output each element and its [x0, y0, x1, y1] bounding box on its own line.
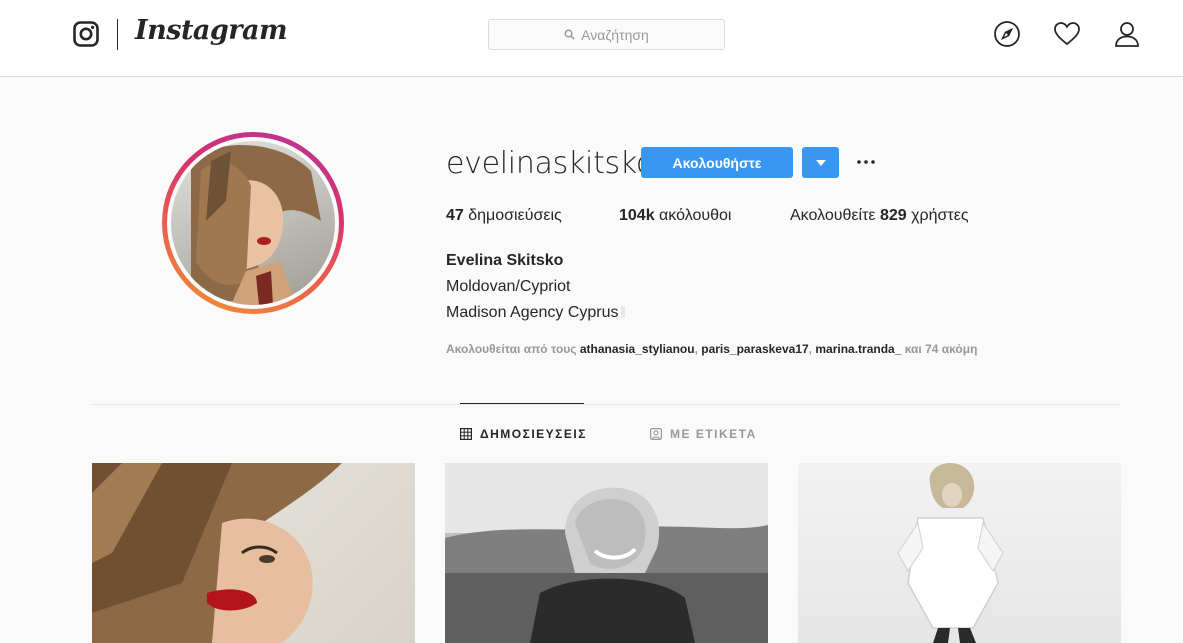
- posts-count-stat: 47 δημοσιεύσεις: [446, 207, 562, 225]
- followed-by-user[interactable]: marina.tranda_: [815, 342, 901, 356]
- tab-tagged-label: ΜΕ ΕΤΙΚΕΤΑ: [670, 427, 757, 441]
- avatar-portrait-illustration: [191, 144, 321, 305]
- post-thumbnail[interactable]: [445, 463, 768, 643]
- post-thumbnail[interactable]: [798, 463, 1121, 643]
- following-suffix: χρήστες: [906, 207, 969, 224]
- flag-emoji-icon: [620, 306, 625, 318]
- posts-count: 47: [446, 207, 464, 224]
- followed-by-prefix: Ακολουθείται από τους: [446, 342, 580, 356]
- active-tab-indicator: [460, 403, 584, 404]
- bio-line-2-text: Madison Agency Cyprus: [446, 304, 619, 321]
- more-options-button[interactable]: [854, 152, 878, 172]
- logo-divider: [117, 19, 118, 50]
- tagged-icon: [650, 428, 662, 440]
- following-prefix: Ακολουθείτε: [790, 207, 880, 224]
- heart-icon[interactable]: [1053, 20, 1081, 48]
- profile-username: evelinaskitsko: [446, 146, 654, 181]
- tabs-divider: [92, 404, 1121, 405]
- post-thumbnail[interactable]: [92, 463, 415, 643]
- followed-by-suffix: και 74 ακόμη: [901, 342, 978, 356]
- follow-button[interactable]: Ακολουθήστε: [641, 147, 793, 178]
- search-icon: [564, 29, 575, 40]
- post-photo-illustration: [445, 463, 768, 643]
- followers-count: 104k: [619, 207, 655, 224]
- profile-icon[interactable]: [1113, 20, 1141, 48]
- post-photo-illustration: [897, 463, 1004, 643]
- bio-line-2: Madison Agency Cyprus: [446, 304, 625, 322]
- search-input[interactable]: Αναζήτηση: [488, 19, 725, 50]
- top-navigation-bar: Instagram Αναζήτηση: [0, 0, 1183, 77]
- instagram-glyph-icon[interactable]: [73, 21, 99, 47]
- tab-tagged[interactable]: ΜΕ ΕΤΙΚΕΤΑ: [650, 427, 757, 441]
- followed-by-user[interactable]: athanasia_stylianou: [580, 342, 695, 356]
- post-photo-illustration: [92, 463, 342, 643]
- search-placeholder: Αναζήτηση: [581, 26, 649, 43]
- following-count: 829: [879, 207, 907, 224]
- more-icon: [857, 160, 875, 164]
- posts-label: δημοσιεύσεις: [463, 207, 562, 224]
- tab-posts-label: ΔΗΜΟΣΙΕΥΣΕΙΣ: [480, 427, 587, 441]
- followers-label: ακόλουθοι: [654, 207, 732, 224]
- compass-icon[interactable]: [993, 20, 1021, 48]
- grid-icon: [460, 428, 472, 440]
- suggestions-dropdown-button[interactable]: [802, 147, 839, 178]
- instagram-wordmark[interactable]: Instagram: [135, 15, 288, 46]
- following-count-stat[interactable]: Ακολουθείτε 829 χρήστες: [790, 207, 969, 225]
- bio-line-1: Moldovan/Cypriot: [446, 278, 571, 295]
- profile-full-name: Evelina Skitsko: [446, 252, 564, 269]
- chevron-down-icon: [815, 159, 826, 166]
- profile-avatar-story-ring[interactable]: [162, 132, 344, 314]
- followed-by-user[interactable]: paris_paraskeva17: [701, 342, 808, 356]
- avatar: [171, 141, 335, 305]
- tab-posts[interactable]: ΔΗΜΟΣΙΕΥΣΕΙΣ: [460, 427, 587, 441]
- followers-count-stat[interactable]: 104k ακόλουθοι: [619, 207, 731, 225]
- followed-by-line[interactable]: Ακολουθείται από τους athanasia_styliano…: [446, 342, 977, 356]
